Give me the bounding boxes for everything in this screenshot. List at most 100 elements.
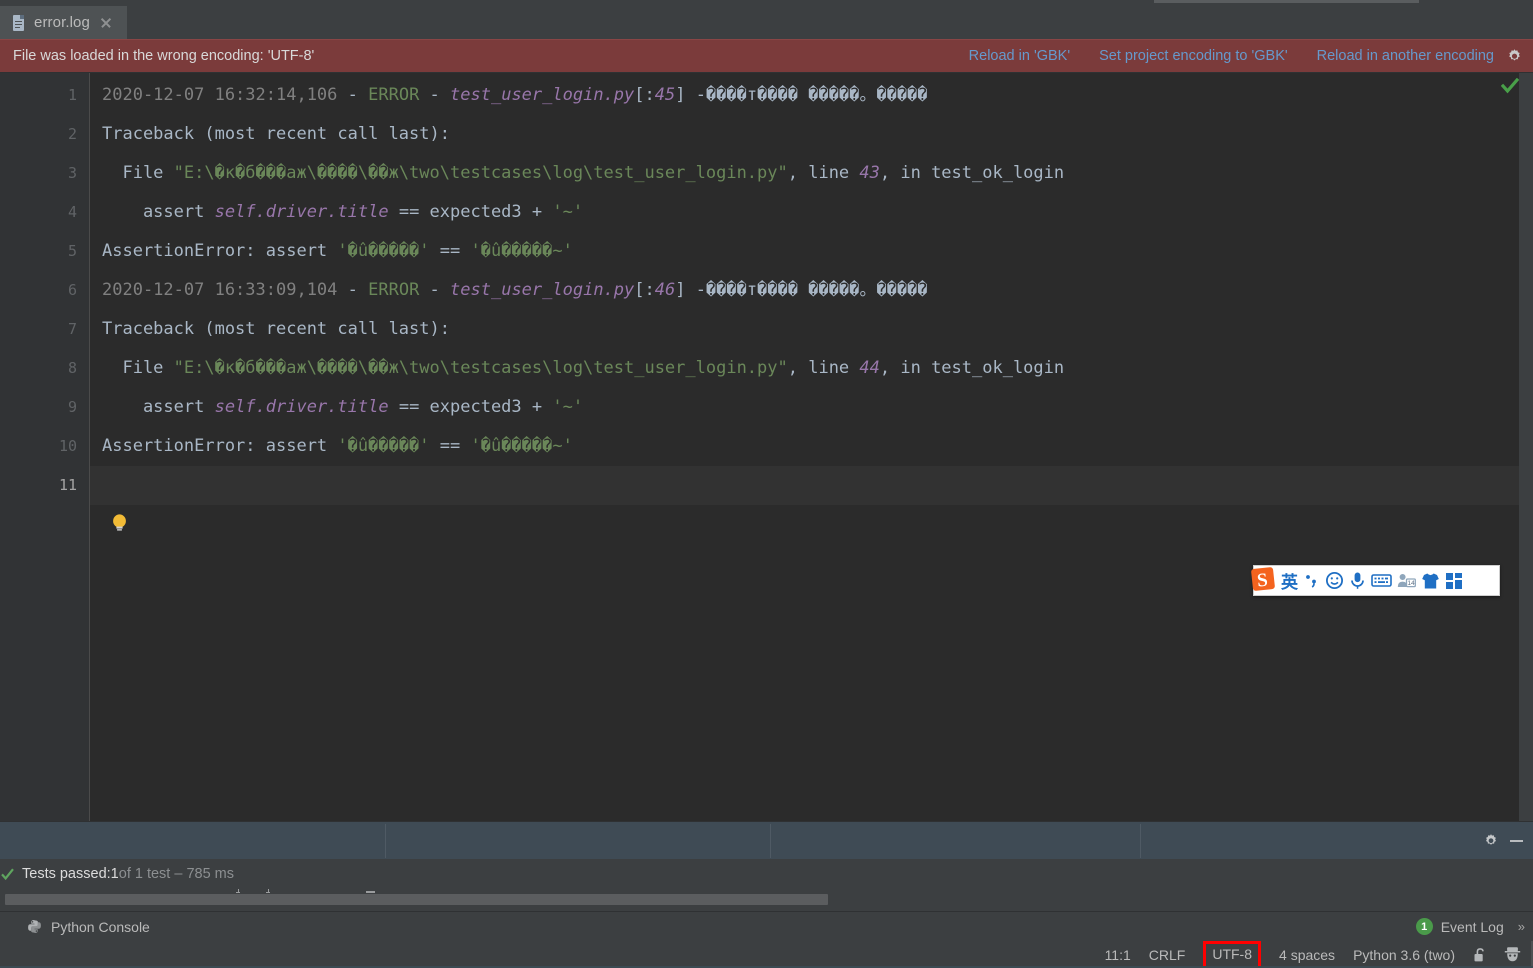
editor-tab-label: error.log: [34, 14, 90, 31]
svg-text:S: S: [1256, 570, 1269, 592]
code-token: ����т���� �����。�����: [705, 280, 928, 300]
code-token: , line: [787, 163, 860, 183]
scroll-tick-foot: [266, 892, 270, 893]
soft-keyboard-icon[interactable]: [1371, 573, 1392, 588]
status-bar: 11:1 CRLF UTF-8 4 spaces Python 3.6 (two…: [0, 940, 1533, 968]
line-number-11: 11: [58, 476, 77, 494]
caret-position[interactable]: 11:1: [1105, 947, 1131, 963]
line-number-6: 6: [67, 281, 77, 299]
code-line-8[interactable]: File "E:\�к�б���аж\����\��ж\two\testcase…: [90, 349, 1533, 388]
tests-passed-count: 1: [110, 866, 119, 882]
code-token: ] -: [675, 85, 706, 105]
line-number-4: 4: [67, 203, 77, 221]
code-token: [:: [634, 280, 655, 300]
file-encoding[interactable]: UTF-8: [1212, 946, 1252, 962]
line-number-9: 9: [67, 398, 77, 416]
line-number-5: 5: [67, 242, 77, 260]
code-token: File: [102, 358, 174, 378]
code-line-7[interactable]: Traceback (most recent call last):: [90, 310, 1533, 349]
code-token: AssertionError: assert: [102, 436, 338, 456]
detective-icon[interactable]: [1504, 946, 1521, 963]
code-token: -: [419, 85, 451, 105]
code-token: '~': [552, 397, 584, 417]
sogou-logo-icon[interactable]: S: [1250, 566, 1278, 592]
code-token: -: [419, 280, 451, 300]
panel-divider: [770, 824, 771, 858]
code-line-9[interactable]: assert self.driver.title == expected3 + …: [90, 388, 1533, 427]
inspection-ok-check-icon[interactable]: [1500, 77, 1520, 94]
editor-tab-bar: error.log: [0, 6, 1533, 39]
file-icon: [12, 14, 25, 31]
reload-in-another-encoding-link[interactable]: Reload in another encoding: [1317, 48, 1494, 64]
test-results-strip: Tests passed: 1 of 1 test – 785 ms: [0, 859, 1533, 889]
code-line-4[interactable]: assert self.driver.title == expected3 + …: [90, 193, 1533, 232]
line-number-gutter: 1 2 3 4 5 6 7 8 9 10 11: [0, 73, 90, 821]
code-token: File: [102, 163, 174, 183]
code-line-10[interactable]: AssertionError: assert '�û�����' == '�û�…: [90, 427, 1533, 466]
skin-icon[interactable]: [1421, 572, 1440, 590]
code-token: 2020-12-07 16:32:14,106: [102, 85, 348, 105]
code-token: ERROR: [368, 280, 420, 300]
scroll-tick-foot: [236, 892, 240, 893]
code-line-1[interactable]: 2020-12-07 16:32:14,106 - ERROR - test_u…: [90, 76, 1533, 115]
event-log-label: Event Log: [1440, 918, 1504, 935]
unlocked-icon[interactable]: [1473, 947, 1488, 963]
code-token: , in test_ok_login: [879, 163, 1065, 183]
set-project-encoding-link[interactable]: Set project encoding to 'GBK': [1099, 48, 1288, 64]
python-interpreter[interactable]: Python 3.6 (two): [1353, 947, 1455, 963]
code-line-3[interactable]: File "E:\�к�б���аж\����\��ж\two\testcase…: [90, 154, 1533, 193]
line-number-2: 2: [67, 125, 77, 143]
editor-vertical-scrollbar[interactable]: [1519, 73, 1533, 821]
code-token: assert: [102, 202, 215, 222]
code-token: '�û�����': [337, 436, 430, 456]
code-token: test_user_login.py: [450, 85, 635, 105]
gear-icon[interactable]: [1483, 833, 1499, 849]
code-token: "E:\�к�б���аж\����\��ж\two\testcases\log…: [173, 358, 788, 378]
gear-icon[interactable]: [1506, 48, 1523, 65]
code-editor[interactable]: 1 2 3 4 5 6 7 8 9 10 11 2020-12-07 16:32:14,106 - …: [0, 73, 1533, 821]
python-console-label: Python Console: [51, 918, 150, 935]
expand-toolbar-chevron[interactable]: »: [1518, 919, 1525, 934]
encoding-warning-banner: File was loaded in the wrong encoding: '…: [0, 39, 1533, 73]
code-line-5[interactable]: AssertionError: assert '�û�����' == '�û�…: [90, 232, 1533, 271]
code-line-2[interactable]: Traceback (most recent call last):: [90, 115, 1533, 154]
code-token: '~': [552, 202, 584, 222]
panel-divider: [385, 824, 386, 858]
ime-mode-label[interactable]: 英: [1281, 568, 1298, 593]
panel-divider: [1140, 824, 1141, 858]
python-console-button[interactable]: Python Console: [27, 919, 150, 935]
line-number-3: 3: [67, 164, 77, 182]
reload-in-gbk-link[interactable]: Reload in 'GBK': [969, 48, 1070, 64]
lightbulb-icon[interactable]: [111, 513, 128, 533]
editor-tab-error-log[interactable]: error.log: [0, 6, 127, 39]
horizontal-scrollbar[interactable]: [0, 889, 1533, 911]
event-log-badge: 1: [1415, 918, 1433, 935]
scrollbar-thumb[interactable]: [5, 894, 828, 905]
code-line-11[interactable]: [90, 466, 1533, 505]
run-panel-header: [0, 821, 1533, 859]
code-token: [:: [634, 85, 655, 105]
encoding-highlight-box[interactable]: UTF-8: [1203, 940, 1262, 968]
user-center-icon[interactable]: 14: [1397, 572, 1416, 589]
punctuation-icon[interactable]: [1303, 572, 1320, 589]
line-separator[interactable]: CRLF: [1149, 947, 1186, 963]
code-token: assert: [102, 397, 215, 417]
tests-passed-label: Tests passed:: [22, 866, 111, 882]
code-token: 43: [859, 163, 880, 183]
microphone-icon[interactable]: [1349, 571, 1366, 590]
sogou-ime-toolbar[interactable]: S 英 14: [1250, 565, 1500, 596]
indent-setting[interactable]: 4 spaces: [1279, 947, 1335, 963]
code-token: 2020-12-07 16:33:09,104: [102, 280, 348, 300]
scroll-dash: [366, 891, 375, 893]
line-number-8: 8: [67, 359, 77, 377]
emoji-icon[interactable]: [1325, 571, 1344, 590]
event-log-button[interactable]: 1 Event Log: [1415, 918, 1504, 935]
code-line-6[interactable]: 2020-12-07 16:33:09,104 - ERROR - test_u…: [90, 271, 1533, 310]
apps-menu-icon[interactable]: [1445, 572, 1463, 590]
editor-text-area[interactable]: 2020-12-07 16:32:14,106 - ERROR - test_u…: [90, 73, 1533, 821]
code-token: test_user_login.py: [450, 280, 635, 300]
close-icon[interactable]: [99, 16, 113, 30]
green-check-icon: [1, 868, 14, 881]
minimize-icon[interactable]: [1510, 840, 1523, 842]
code-token: 45: [654, 85, 676, 105]
